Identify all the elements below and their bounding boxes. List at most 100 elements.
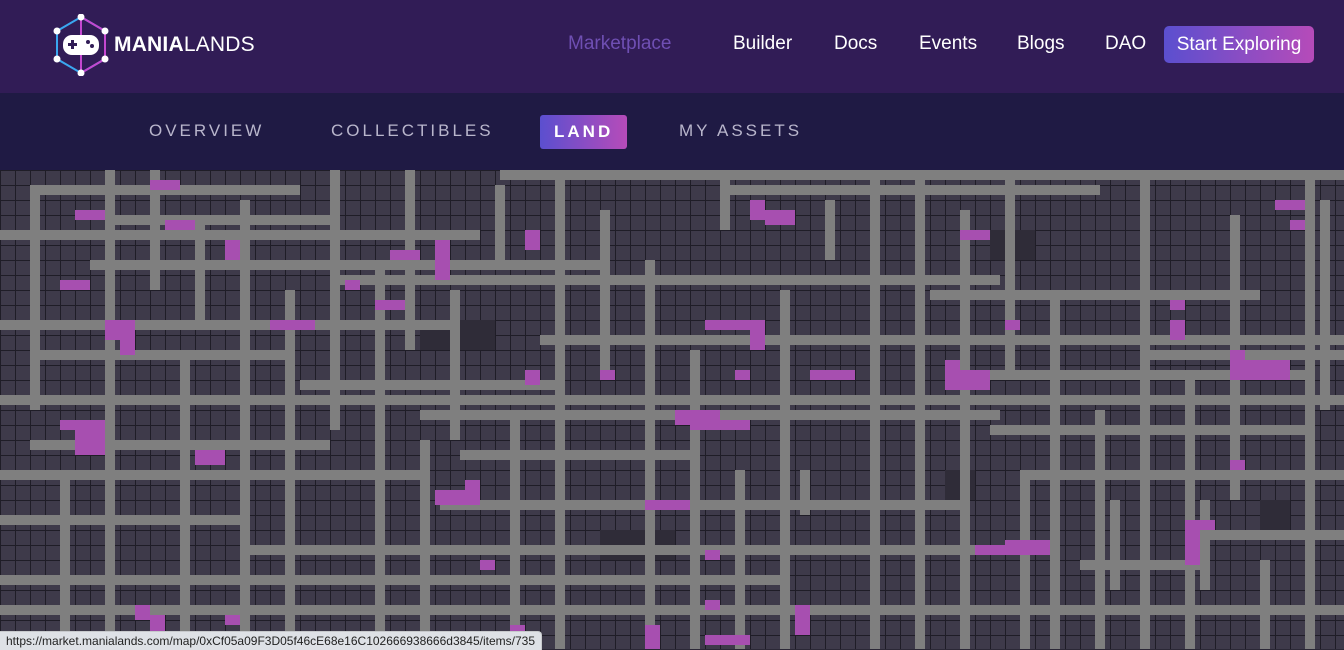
owned-parcel[interactable]	[1275, 200, 1305, 210]
owned-parcel[interactable]	[135, 605, 150, 620]
road[interactable]	[600, 210, 610, 370]
road[interactable]	[0, 605, 1344, 615]
owned-parcel[interactable]	[465, 480, 480, 505]
nav-events[interactable]: Events	[919, 33, 977, 55]
road[interactable]	[180, 350, 190, 649]
road[interactable]	[495, 185, 505, 260]
owned-parcel[interactable]	[690, 420, 750, 430]
nav-docs[interactable]: Docs	[834, 33, 877, 55]
nav-dao[interactable]: DAO	[1105, 33, 1146, 55]
owned-parcel[interactable]	[750, 320, 765, 350]
owned-parcel[interactable]	[60, 420, 105, 430]
road[interactable]	[0, 575, 780, 585]
owned-parcel[interactable]	[1005, 320, 1020, 330]
owned-parcel[interactable]	[960, 230, 990, 240]
road[interactable]	[825, 200, 835, 260]
road[interactable]	[0, 320, 460, 330]
road[interactable]	[30, 185, 40, 410]
owned-parcel[interactable]	[60, 280, 90, 290]
owned-parcel[interactable]	[1290, 220, 1305, 230]
road[interactable]	[720, 185, 1100, 195]
owned-parcel[interactable]	[435, 240, 450, 280]
road[interactable]	[990, 425, 1305, 435]
road[interactable]	[1305, 170, 1315, 649]
road[interactable]	[1080, 560, 1200, 570]
road[interactable]	[0, 230, 480, 240]
road[interactable]	[870, 170, 880, 649]
nav-builder[interactable]: Builder	[733, 33, 792, 55]
road[interactable]	[285, 290, 295, 649]
road[interactable]	[540, 335, 1344, 345]
road[interactable]	[375, 260, 385, 649]
nav-blogs[interactable]: Blogs	[1017, 33, 1065, 55]
owned-parcel[interactable]	[525, 370, 540, 385]
owned-parcel[interactable]	[1005, 540, 1050, 555]
owned-parcel[interactable]	[165, 220, 195, 230]
road[interactable]	[460, 450, 700, 460]
owned-parcel[interactable]	[945, 360, 960, 370]
owned-parcel[interactable]	[750, 200, 765, 220]
road[interactable]	[1200, 530, 1344, 540]
road[interactable]	[735, 470, 745, 649]
owned-parcel[interactable]	[1230, 460, 1245, 470]
owned-parcel[interactable]	[225, 240, 240, 260]
road[interactable]	[500, 170, 1344, 180]
owned-parcel[interactable]	[735, 370, 750, 380]
road[interactable]	[1320, 200, 1330, 410]
road[interactable]	[1020, 470, 1030, 649]
owned-parcel[interactable]	[270, 320, 315, 330]
owned-parcel[interactable]	[1230, 350, 1245, 380]
owned-parcel[interactable]	[390, 250, 420, 260]
owned-parcel[interactable]	[705, 635, 750, 645]
road[interactable]	[300, 380, 560, 390]
start-exploring-button[interactable]: Start Exploring	[1164, 26, 1314, 63]
road[interactable]	[0, 470, 420, 480]
tab-collectibles[interactable]: COLLECTIBLES	[331, 121, 494, 141]
owned-parcel[interactable]	[75, 430, 105, 455]
road[interactable]	[915, 170, 925, 649]
plaza[interactable]	[1260, 500, 1290, 530]
owned-parcel[interactable]	[1170, 320, 1185, 340]
road[interactable]	[330, 170, 340, 430]
owned-parcel[interactable]	[375, 300, 405, 310]
owned-parcel[interactable]	[1170, 300, 1185, 310]
road[interactable]	[440, 500, 960, 510]
road[interactable]	[30, 350, 290, 360]
owned-parcel[interactable]	[225, 615, 240, 625]
tab-land[interactable]: LAND	[540, 115, 628, 149]
road[interactable]	[105, 215, 330, 225]
road[interactable]	[1020, 470, 1344, 480]
road[interactable]	[0, 515, 250, 525]
owned-parcel[interactable]	[150, 180, 180, 190]
tab-my-assets[interactable]: MY ASSETS	[679, 121, 802, 141]
owned-parcel[interactable]	[705, 600, 720, 610]
owned-parcel[interactable]	[75, 210, 105, 220]
road[interactable]	[1005, 170, 1015, 380]
owned-parcel[interactable]	[765, 210, 795, 225]
owned-parcel[interactable]	[1185, 520, 1200, 565]
road[interactable]	[60, 470, 70, 649]
nav-marketplace[interactable]: Marketplace	[568, 33, 672, 55]
road[interactable]	[1110, 500, 1120, 590]
owned-parcel[interactable]	[795, 605, 810, 635]
owned-parcel[interactable]	[945, 370, 990, 390]
brand-logo[interactable]: MANIALANDS	[52, 14, 255, 76]
road[interactable]	[0, 395, 1344, 405]
owned-parcel[interactable]	[525, 230, 540, 250]
owned-parcel[interactable]	[645, 625, 660, 649]
owned-parcel[interactable]	[810, 370, 855, 380]
road[interactable]	[1200, 500, 1210, 590]
owned-parcel[interactable]	[195, 450, 225, 465]
land-map[interactable]	[0, 170, 1344, 649]
road[interactable]	[690, 350, 700, 649]
owned-parcel[interactable]	[120, 335, 135, 355]
owned-parcel[interactable]	[345, 280, 360, 290]
road[interactable]	[420, 440, 430, 649]
road[interactable]	[330, 275, 1000, 285]
owned-parcel[interactable]	[645, 500, 690, 510]
road[interactable]	[1260, 560, 1270, 649]
owned-parcel[interactable]	[600, 370, 615, 380]
land-map-canvas[interactable]	[0, 170, 1344, 649]
road[interactable]	[90, 260, 600, 270]
road[interactable]	[1140, 170, 1150, 649]
